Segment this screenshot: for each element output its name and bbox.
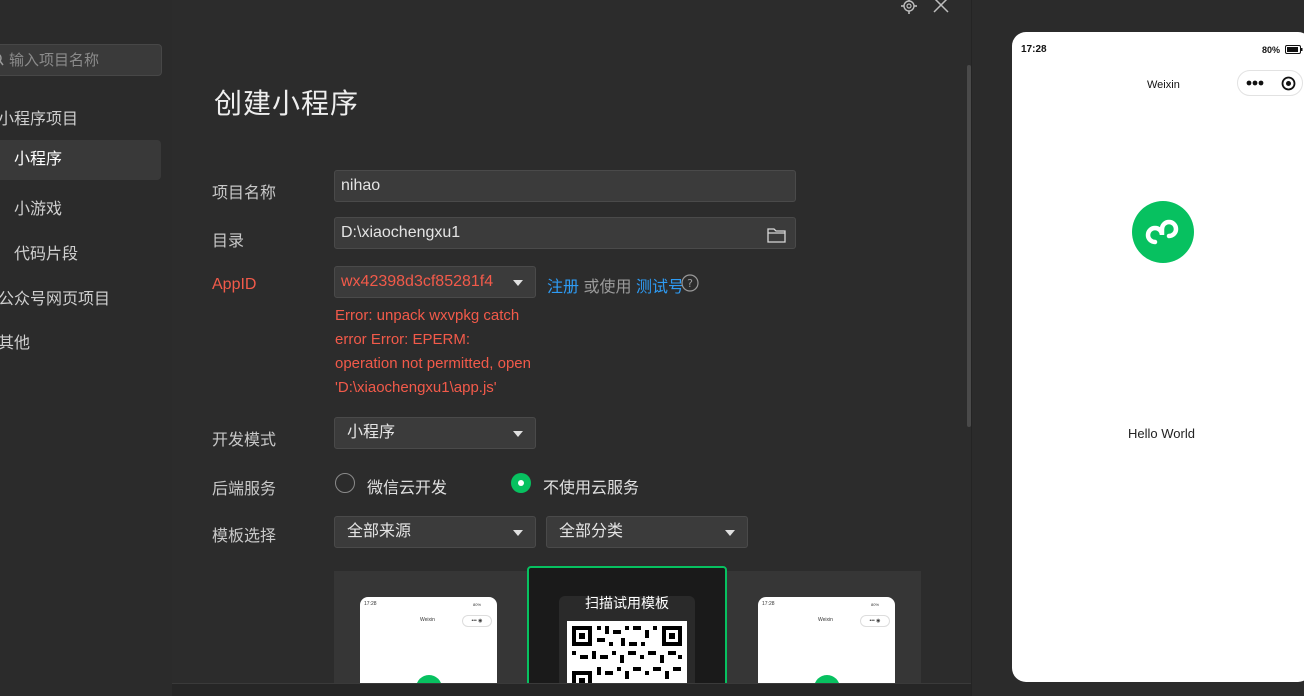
directory-label: 目录 [212, 233, 245, 250]
hello-world-text: Hello World [1128, 426, 1195, 441]
appid-links: 注册 或使用 测试号 [547, 273, 684, 297]
directory-value: D:\xiaochengxu1 [341, 224, 461, 241]
simulator-phone[interactable]: 17:28 80% Weixin Hello World [1012, 32, 1304, 682]
mini-battery: 80% [871, 602, 880, 607]
backend-label: 后端服务 [212, 481, 277, 498]
chevron-down-icon [513, 280, 523, 286]
error-line: error Error: EPERM: [335, 331, 471, 348]
template-card[interactable]: 17:28 80% Weixin ••• ◉ [758, 597, 895, 696]
scan-template-text: 扫描试用模板 [585, 595, 669, 611]
battery-icon [1284, 45, 1303, 54]
appid-error-message: Error: unpack wxvpkg catch error Error: … [335, 304, 545, 400]
close-icon[interactable] [932, 0, 950, 14]
settings-gear-icon[interactable] [900, 0, 918, 15]
sidebar-category-other[interactable]: 其他 [0, 329, 30, 353]
test-id-link[interactable]: 测试号 [636, 279, 684, 296]
template-source-value: 全部来源 [347, 523, 412, 540]
mini-capsule: ••• ◉ [462, 615, 492, 627]
radio-no-cloud[interactable] [511, 473, 531, 493]
radio-no-cloud-label[interactable]: 不使用云服务 [543, 474, 639, 498]
appid-label: AppID [212, 276, 257, 293]
dev-mode-label: 开发模式 [212, 432, 277, 449]
svg-text:?: ? [687, 277, 693, 290]
appid-select[interactable]: wx42398d3cf85281f4 [334, 266, 536, 298]
dev-mode-value: 小程序 [347, 424, 396, 441]
close-circle-icon[interactable] [1281, 76, 1296, 91]
template-source-select[interactable]: 全部来源 [334, 516, 536, 548]
mini-nav-title: Weixin [818, 617, 833, 623]
sidebar: 小程序项目 小程序 小游戏 代码片段 公众号网页项目 其他 [0, 0, 172, 696]
radio-wechat-cloud-label[interactable]: 微信云开发 [367, 474, 447, 498]
chevron-down-icon [513, 431, 523, 437]
battery-percent: 80% [1262, 45, 1281, 55]
mini-capsule: ••• ◉ [860, 615, 890, 627]
template-category-select[interactable]: 全部分类 [546, 516, 748, 548]
mini-battery: 80% [473, 602, 482, 607]
search-input[interactable] [9, 45, 159, 75]
status-time: 17:28 [1021, 44, 1047, 55]
template-card[interactable]: 17:28 80% Weixin ••• ◉ [360, 597, 497, 696]
status-battery: 80% [1262, 45, 1303, 55]
search-icon [0, 54, 4, 66]
template-label: 模板选择 [212, 528, 277, 545]
dev-mode-select[interactable]: 小程序 [334, 417, 536, 449]
bottom-bar [172, 683, 971, 696]
folder-icon[interactable] [767, 227, 786, 243]
page-title: 创建小程序 [214, 88, 360, 119]
chevron-down-icon [725, 530, 735, 536]
project-name-input[interactable]: nihao [334, 170, 796, 202]
project-name-label: 项目名称 [212, 185, 277, 202]
capsule-menu[interactable] [1237, 70, 1303, 96]
sidebar-item-code-snippet[interactable]: 代码片段 [14, 240, 78, 264]
template-category-value: 全部分类 [559, 523, 624, 540]
error-line: Error: unpack wxvpkg catch [335, 307, 520, 324]
sidebar-item-minigame[interactable]: 小游戏 [14, 195, 62, 219]
directory-input[interactable]: D:\xiaochengxu1 [334, 217, 796, 249]
mini-time: 17:28 [364, 601, 377, 607]
template-card-selected[interactable]: 扫描试用模板 [527, 566, 727, 696]
mini-time: 17:28 [762, 601, 775, 607]
more-icon[interactable] [1246, 80, 1264, 86]
mini-nav-title: Weixin [420, 617, 435, 623]
sidebar-item-miniprogram[interactable]: 小程序 [0, 140, 161, 180]
error-line: 'D:\xiaochengxu1\app.js' [335, 379, 497, 396]
help-icon[interactable]: ? [681, 274, 699, 292]
project-search[interactable] [0, 44, 162, 76]
or-use-text: 或使用 [583, 279, 632, 296]
register-link[interactable]: 注册 [547, 279, 579, 296]
sidebar-category-miniprogram-project[interactable]: 小程序项目 [0, 105, 78, 129]
radio-wechat-cloud[interactable] [335, 473, 355, 493]
sidebar-category-official-account-web[interactable]: 公众号网页项目 [0, 285, 110, 309]
miniprogram-logo-icon [1132, 201, 1194, 263]
error-line: operation not permitted, open [335, 355, 531, 372]
nav-title: Weixin [1147, 79, 1180, 91]
chevron-down-icon [513, 530, 523, 536]
appid-value: wx42398d3cf85281f4 [341, 273, 494, 290]
